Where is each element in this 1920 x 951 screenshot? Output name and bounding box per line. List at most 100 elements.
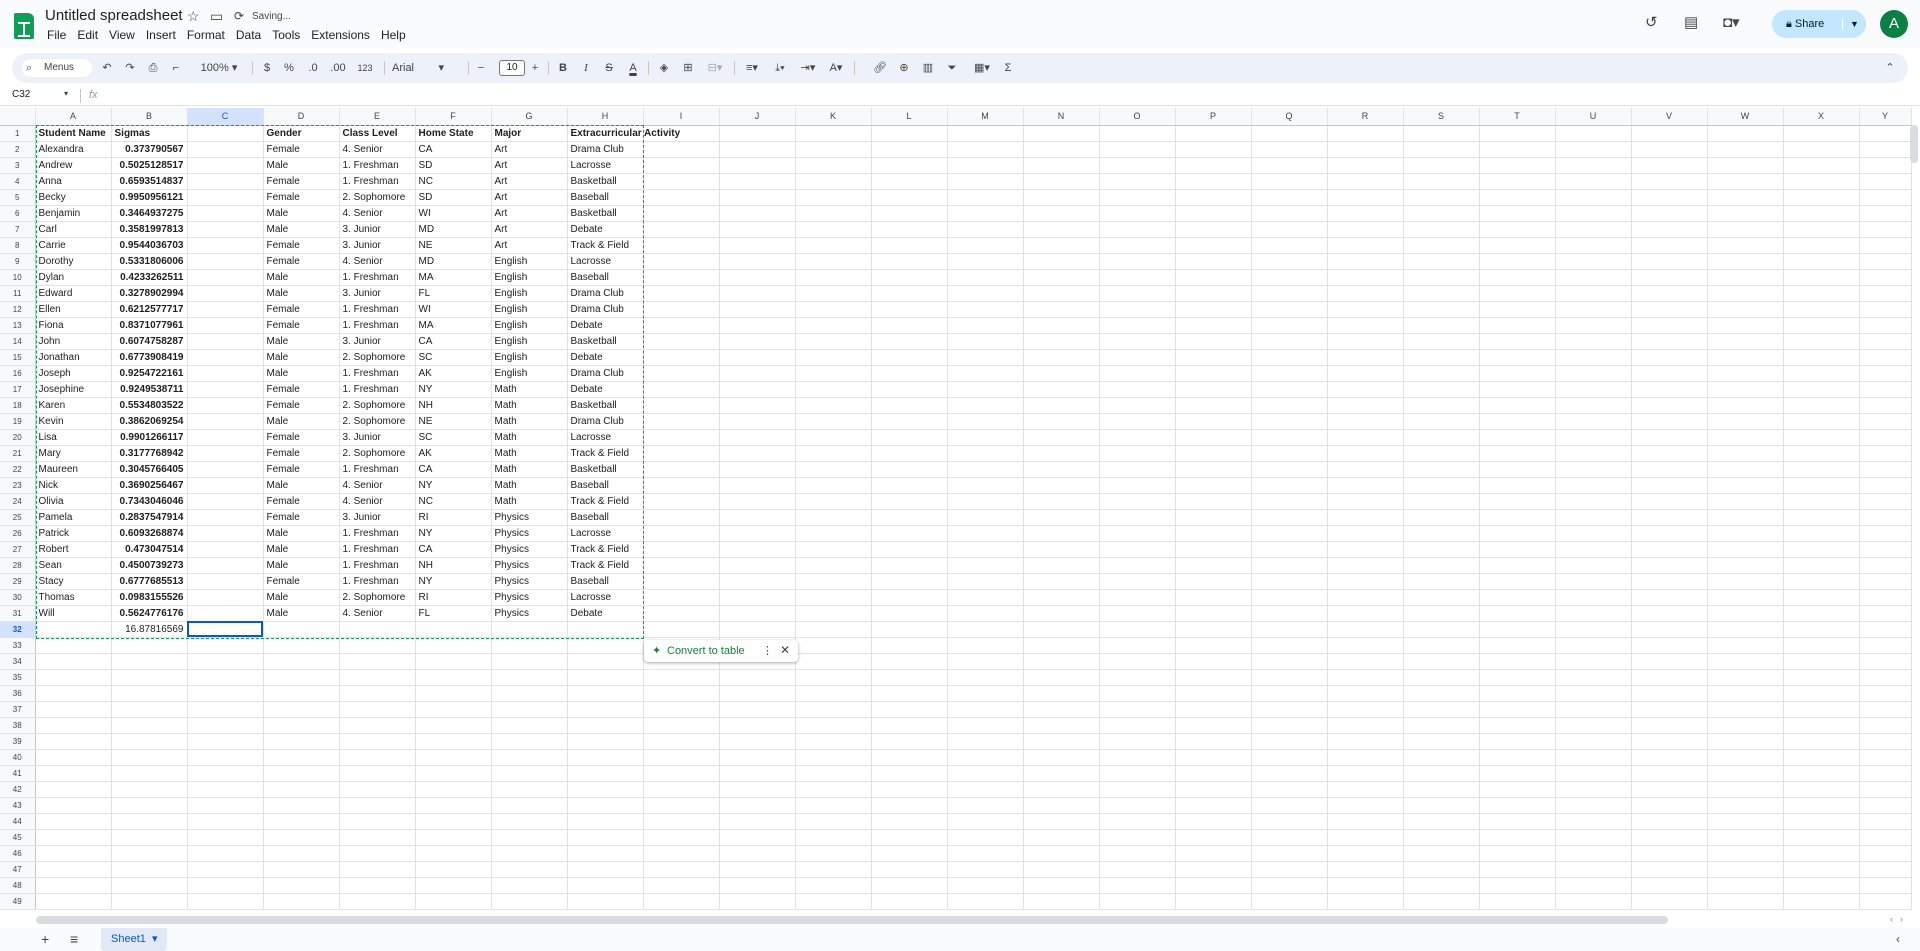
cell[interactable] <box>263 765 340 782</box>
cell[interactable] <box>1099 253 1176 270</box>
cell[interactable] <box>1555 717 1632 734</box>
zoom-select[interactable]: 100% ▾ <box>198 53 240 83</box>
cell[interactable] <box>1707 285 1784 302</box>
cell[interactable] <box>719 461 796 478</box>
cell[interactable] <box>1707 333 1784 350</box>
cell[interactable] <box>1403 605 1480 622</box>
row-header[interactable]: 34 <box>0 653 36 670</box>
cell[interactable] <box>187 381 264 398</box>
cell[interactable] <box>1783 205 1860 222</box>
cell[interactable] <box>1707 525 1784 542</box>
cell[interactable] <box>187 253 264 270</box>
cell[interactable] <box>339 669 416 686</box>
cell[interactable] <box>947 221 1024 238</box>
cell[interactable] <box>947 269 1024 286</box>
cell[interactable]: Male <box>263 269 340 286</box>
cell[interactable] <box>1099 589 1176 606</box>
row-header[interactable]: 3 <box>0 157 36 174</box>
cell[interactable] <box>1555 765 1632 782</box>
cell[interactable]: Jonathan <box>35 349 112 366</box>
cell[interactable] <box>415 637 492 654</box>
cell[interactable] <box>947 749 1024 766</box>
cell[interactable] <box>871 477 948 494</box>
cell[interactable]: 3. Junior <box>339 333 416 350</box>
cell[interactable] <box>871 349 948 366</box>
row-header[interactable]: 47 <box>0 861 36 878</box>
cell[interactable] <box>1023 157 1100 174</box>
cell[interactable] <box>1479 573 1556 590</box>
cell[interactable] <box>491 845 568 862</box>
cell[interactable] <box>1099 365 1176 382</box>
cell[interactable] <box>1175 797 1252 814</box>
cell[interactable] <box>1859 173 1912 190</box>
cell[interactable]: Lacrosse <box>567 589 644 606</box>
cell[interactable] <box>1707 637 1784 654</box>
cell[interactable] <box>1403 141 1480 158</box>
meet-icon[interactable]: ◘▾ <box>1723 13 1740 31</box>
cell[interactable] <box>1175 365 1252 382</box>
cell[interactable] <box>1479 125 1556 142</box>
column-header-d[interactable]: D <box>263 108 340 126</box>
cell[interactable] <box>1859 317 1912 334</box>
cell[interactable] <box>1099 797 1176 814</box>
column-header-u[interactable]: U <box>1555 108 1632 126</box>
cell[interactable] <box>871 861 948 878</box>
cell[interactable] <box>1479 141 1556 158</box>
column-header-p[interactable]: P <box>1175 108 1252 126</box>
cell[interactable] <box>339 781 416 798</box>
cell[interactable] <box>947 301 1024 318</box>
cell[interactable] <box>35 685 112 702</box>
cell[interactable] <box>111 637 188 654</box>
cell[interactable] <box>1023 125 1100 142</box>
cell[interactable] <box>1783 621 1860 638</box>
cell[interactable] <box>1859 813 1912 830</box>
cell[interactable]: 1. Freshman <box>339 301 416 318</box>
cell[interactable] <box>1707 205 1784 222</box>
cell[interactable] <box>1175 141 1252 158</box>
cell[interactable] <box>1631 189 1708 206</box>
cell[interactable] <box>1251 893 1328 910</box>
cell[interactable] <box>1023 397 1100 414</box>
merge-cells-icon[interactable]: ⊟▾ <box>703 53 727 83</box>
cell[interactable] <box>1555 861 1632 878</box>
cell[interactable] <box>1631 413 1708 430</box>
cell[interactable] <box>947 397 1024 414</box>
cell[interactable] <box>567 685 644 702</box>
cell[interactable] <box>415 621 492 638</box>
cell[interactable] <box>1859 349 1912 366</box>
cell[interactable] <box>1023 701 1100 718</box>
cell[interactable] <box>1783 429 1860 446</box>
cell[interactable]: Female <box>263 461 340 478</box>
column-header-t[interactable]: T <box>1479 108 1556 126</box>
cell[interactable] <box>1099 301 1176 318</box>
cell[interactable] <box>339 797 416 814</box>
cell[interactable] <box>1555 365 1632 382</box>
cell[interactable] <box>1707 717 1784 734</box>
cell[interactable] <box>1631 621 1708 638</box>
cell[interactable] <box>643 397 720 414</box>
cell[interactable] <box>1707 781 1784 798</box>
collapse-toolbar-icon[interactable]: ⌃ <box>1882 53 1898 83</box>
cell[interactable] <box>1251 221 1328 238</box>
row-header[interactable]: 15 <box>0 349 36 366</box>
cell[interactable] <box>1327 797 1404 814</box>
cell[interactable] <box>339 845 416 862</box>
cell[interactable] <box>1479 397 1556 414</box>
cell[interactable] <box>947 557 1024 574</box>
column-header-c[interactable]: C <box>187 108 264 126</box>
cell[interactable] <box>35 877 112 894</box>
cell[interactable] <box>1783 557 1860 574</box>
cell[interactable]: Sigmas <box>111 125 188 142</box>
cell[interactable] <box>1403 749 1480 766</box>
cell[interactable]: Carl <box>35 221 112 238</box>
cell[interactable] <box>1327 589 1404 606</box>
cell[interactable]: 2. Sophomore <box>339 589 416 606</box>
cell[interactable]: 0.6093268874 <box>111 525 188 542</box>
cell[interactable] <box>1251 845 1328 862</box>
cell[interactable] <box>1099 285 1176 302</box>
cell[interactable]: Gender <box>263 125 340 142</box>
cell[interactable] <box>111 749 188 766</box>
cell[interactable] <box>643 285 720 302</box>
cell[interactable] <box>719 621 796 638</box>
cell[interactable] <box>1783 685 1860 702</box>
